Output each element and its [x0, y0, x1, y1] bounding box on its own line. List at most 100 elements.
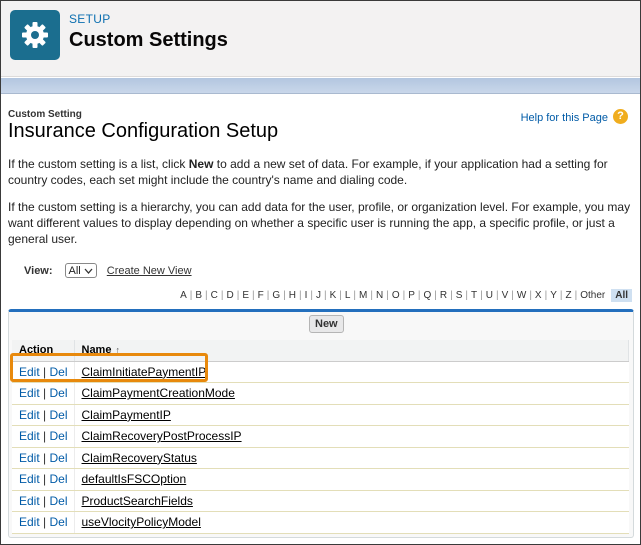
- help-link[interactable]: Help for this Page: [521, 112, 608, 124]
- row-name-cell: ClaimRecoveryPostProcessIP: [74, 425, 629, 448]
- gear-icon: [10, 10, 60, 60]
- page-title: Insurance Configuration Setup: [8, 120, 279, 142]
- edit-link[interactable]: Edit: [19, 386, 40, 400]
- row-name-cell: ClaimPaymentCreationMode: [74, 382, 629, 405]
- alpha-filter-w[interactable]: W: [514, 290, 529, 301]
- action-separator: |: [39, 493, 50, 508]
- table-row: Edit | Del ProductSearchFields: [12, 490, 629, 512]
- del-link[interactable]: Del: [49, 515, 67, 529]
- alpha-filter-l[interactable]: L: [342, 290, 354, 301]
- row-actions: Edit | Del: [12, 447, 75, 469]
- setting-name-link[interactable]: defaultIsFSCOption: [82, 472, 187, 486]
- highlight-annotation-box: [10, 353, 208, 382]
- page-type-label: Custom Setting: [8, 109, 82, 120]
- alpha-filter-n[interactable]: N: [373, 290, 386, 301]
- alpha-filter-z[interactable]: Z: [562, 290, 574, 301]
- alpha-filter-v[interactable]: V: [499, 290, 512, 301]
- row-actions: Edit | Del: [12, 511, 75, 534]
- del-link[interactable]: Del: [49, 386, 67, 400]
- setting-name-link[interactable]: ClaimRecoveryStatus: [82, 451, 197, 465]
- row-name-cell: ClaimPaymentIP: [74, 404, 629, 426]
- table-row: Edit | Del defaultIsFSCOption: [12, 468, 629, 491]
- new-button[interactable]: New: [309, 315, 344, 333]
- alpha-filter-s[interactable]: S: [453, 290, 466, 301]
- setting-name-link[interactable]: ClaimPaymentCreationMode: [82, 386, 235, 400]
- view-label: View:: [24, 264, 53, 277]
- view-select[interactable]: All: [64, 263, 97, 278]
- table-row: Edit | Del ClaimRecoveryPostProcessIP: [12, 425, 629, 448]
- alpha-filter-g[interactable]: G: [269, 290, 283, 301]
- del-link[interactable]: Del: [49, 429, 67, 443]
- row-actions: Edit | Del: [12, 404, 75, 426]
- alphabet-filter: A | B | C | D | E | F | G | H | I | J | K | L | M | N | O | P | Q | R | S | T |…: [177, 289, 632, 302]
- alpha-filter-h[interactable]: H: [286, 290, 299, 301]
- alpha-filter-f[interactable]: F: [255, 290, 267, 301]
- alpha-filter-p[interactable]: P: [405, 290, 418, 301]
- row-actions: Edit | Del: [12, 490, 75, 512]
- intro-paragraph-list: If the custom setting is a list, click N…: [8, 156, 634, 188]
- alpha-filter-x[interactable]: X: [532, 290, 545, 301]
- action-separator: |: [39, 472, 50, 487]
- edit-link[interactable]: Edit: [19, 472, 40, 486]
- alpha-filter-c[interactable]: C: [208, 290, 221, 301]
- action-separator: |: [39, 407, 50, 422]
- edit-link[interactable]: Edit: [19, 408, 40, 422]
- alpha-filter-k[interactable]: K: [327, 290, 340, 301]
- alpha-filter-t[interactable]: T: [468, 290, 480, 301]
- intro-new-bold: New: [188, 157, 214, 171]
- edit-link[interactable]: Edit: [19, 429, 40, 443]
- del-link[interactable]: Del: [49, 494, 67, 508]
- header-band: [1, 78, 640, 94]
- edit-link[interactable]: Edit: [19, 494, 40, 508]
- alpha-filter-u[interactable]: U: [483, 290, 496, 301]
- chevron-down-icon: [84, 268, 93, 274]
- alpha-filter-b[interactable]: B: [192, 290, 205, 301]
- alpha-filter-all[interactable]: All: [611, 289, 632, 302]
- alpha-filter-o[interactable]: O: [389, 290, 403, 301]
- action-separator: |: [39, 515, 50, 530]
- alpha-filter-m[interactable]: M: [356, 290, 370, 301]
- edit-link[interactable]: Edit: [19, 451, 40, 465]
- table-row: Edit | Del ClaimPaymentCreationMode: [12, 382, 629, 405]
- alpha-filter-r[interactable]: R: [437, 290, 450, 301]
- alpha-filter-d[interactable]: D: [224, 290, 237, 301]
- alpha-filter-i[interactable]: I: [302, 290, 311, 301]
- alpha-filter-y[interactable]: Y: [547, 290, 560, 301]
- header-breadcrumb: SETUP: [69, 12, 111, 26]
- create-new-view-link[interactable]: Create New View: [107, 265, 192, 277]
- row-actions: Edit | Del: [12, 382, 75, 405]
- del-link[interactable]: Del: [49, 472, 67, 486]
- setting-name-link[interactable]: ClaimRecoveryPostProcessIP: [82, 429, 242, 443]
- alpha-filter-q[interactable]: Q: [421, 290, 435, 301]
- help-icon[interactable]: ?: [613, 109, 628, 124]
- del-link[interactable]: Del: [49, 451, 67, 465]
- table-row: Edit | Del useVlocityPolicyModel: [12, 511, 629, 534]
- intro-text-1: If the custom setting is a list, click: [8, 157, 189, 171]
- intro-paragraph-hierarchy: If the custom setting is a hierarchy, yo…: [8, 200, 631, 246]
- view-select-value: All: [68, 264, 81, 277]
- action-separator: |: [39, 450, 50, 465]
- row-name-cell: defaultIsFSCOption: [74, 468, 629, 491]
- action-separator: |: [39, 429, 50, 444]
- alpha-filter-e[interactable]: E: [239, 290, 252, 301]
- page-content: Custom Setting Insurance Configuration S…: [1, 95, 640, 544]
- setup-header: SETUP Custom Settings: [1, 1, 640, 77]
- row-name-cell: ClaimRecoveryStatus: [74, 447, 629, 469]
- action-separator: |: [39, 386, 50, 401]
- table-row: Edit | Del ClaimPaymentIP: [12, 404, 629, 426]
- alpha-filter-a[interactable]: A: [177, 290, 190, 301]
- row-name-cell: useVlocityPolicyModel: [74, 511, 629, 534]
- header-title: Custom Settings: [69, 29, 228, 51]
- alpha-filter-j[interactable]: J: [313, 290, 324, 301]
- view-selector-row: View: All Create New View: [24, 263, 192, 278]
- edit-link[interactable]: Edit: [19, 515, 40, 529]
- setting-name-link[interactable]: useVlocityPolicyModel: [82, 515, 201, 529]
- window-frame: SETUP Custom Settings Custom Setting Ins…: [0, 0, 641, 545]
- setting-name-link[interactable]: ClaimPaymentIP: [82, 408, 171, 422]
- custom-settings-list-panel: New Action Name ↑ Edit | Del ClaimInitiate…: [8, 309, 634, 538]
- row-actions: Edit | Del: [12, 425, 75, 448]
- alpha-filter-other[interactable]: Other: [577, 290, 608, 301]
- setting-name-link[interactable]: ProductSearchFields: [82, 494, 193, 508]
- table-row: Edit | Del ClaimRecoveryStatus: [12, 447, 629, 469]
- del-link[interactable]: Del: [49, 408, 67, 422]
